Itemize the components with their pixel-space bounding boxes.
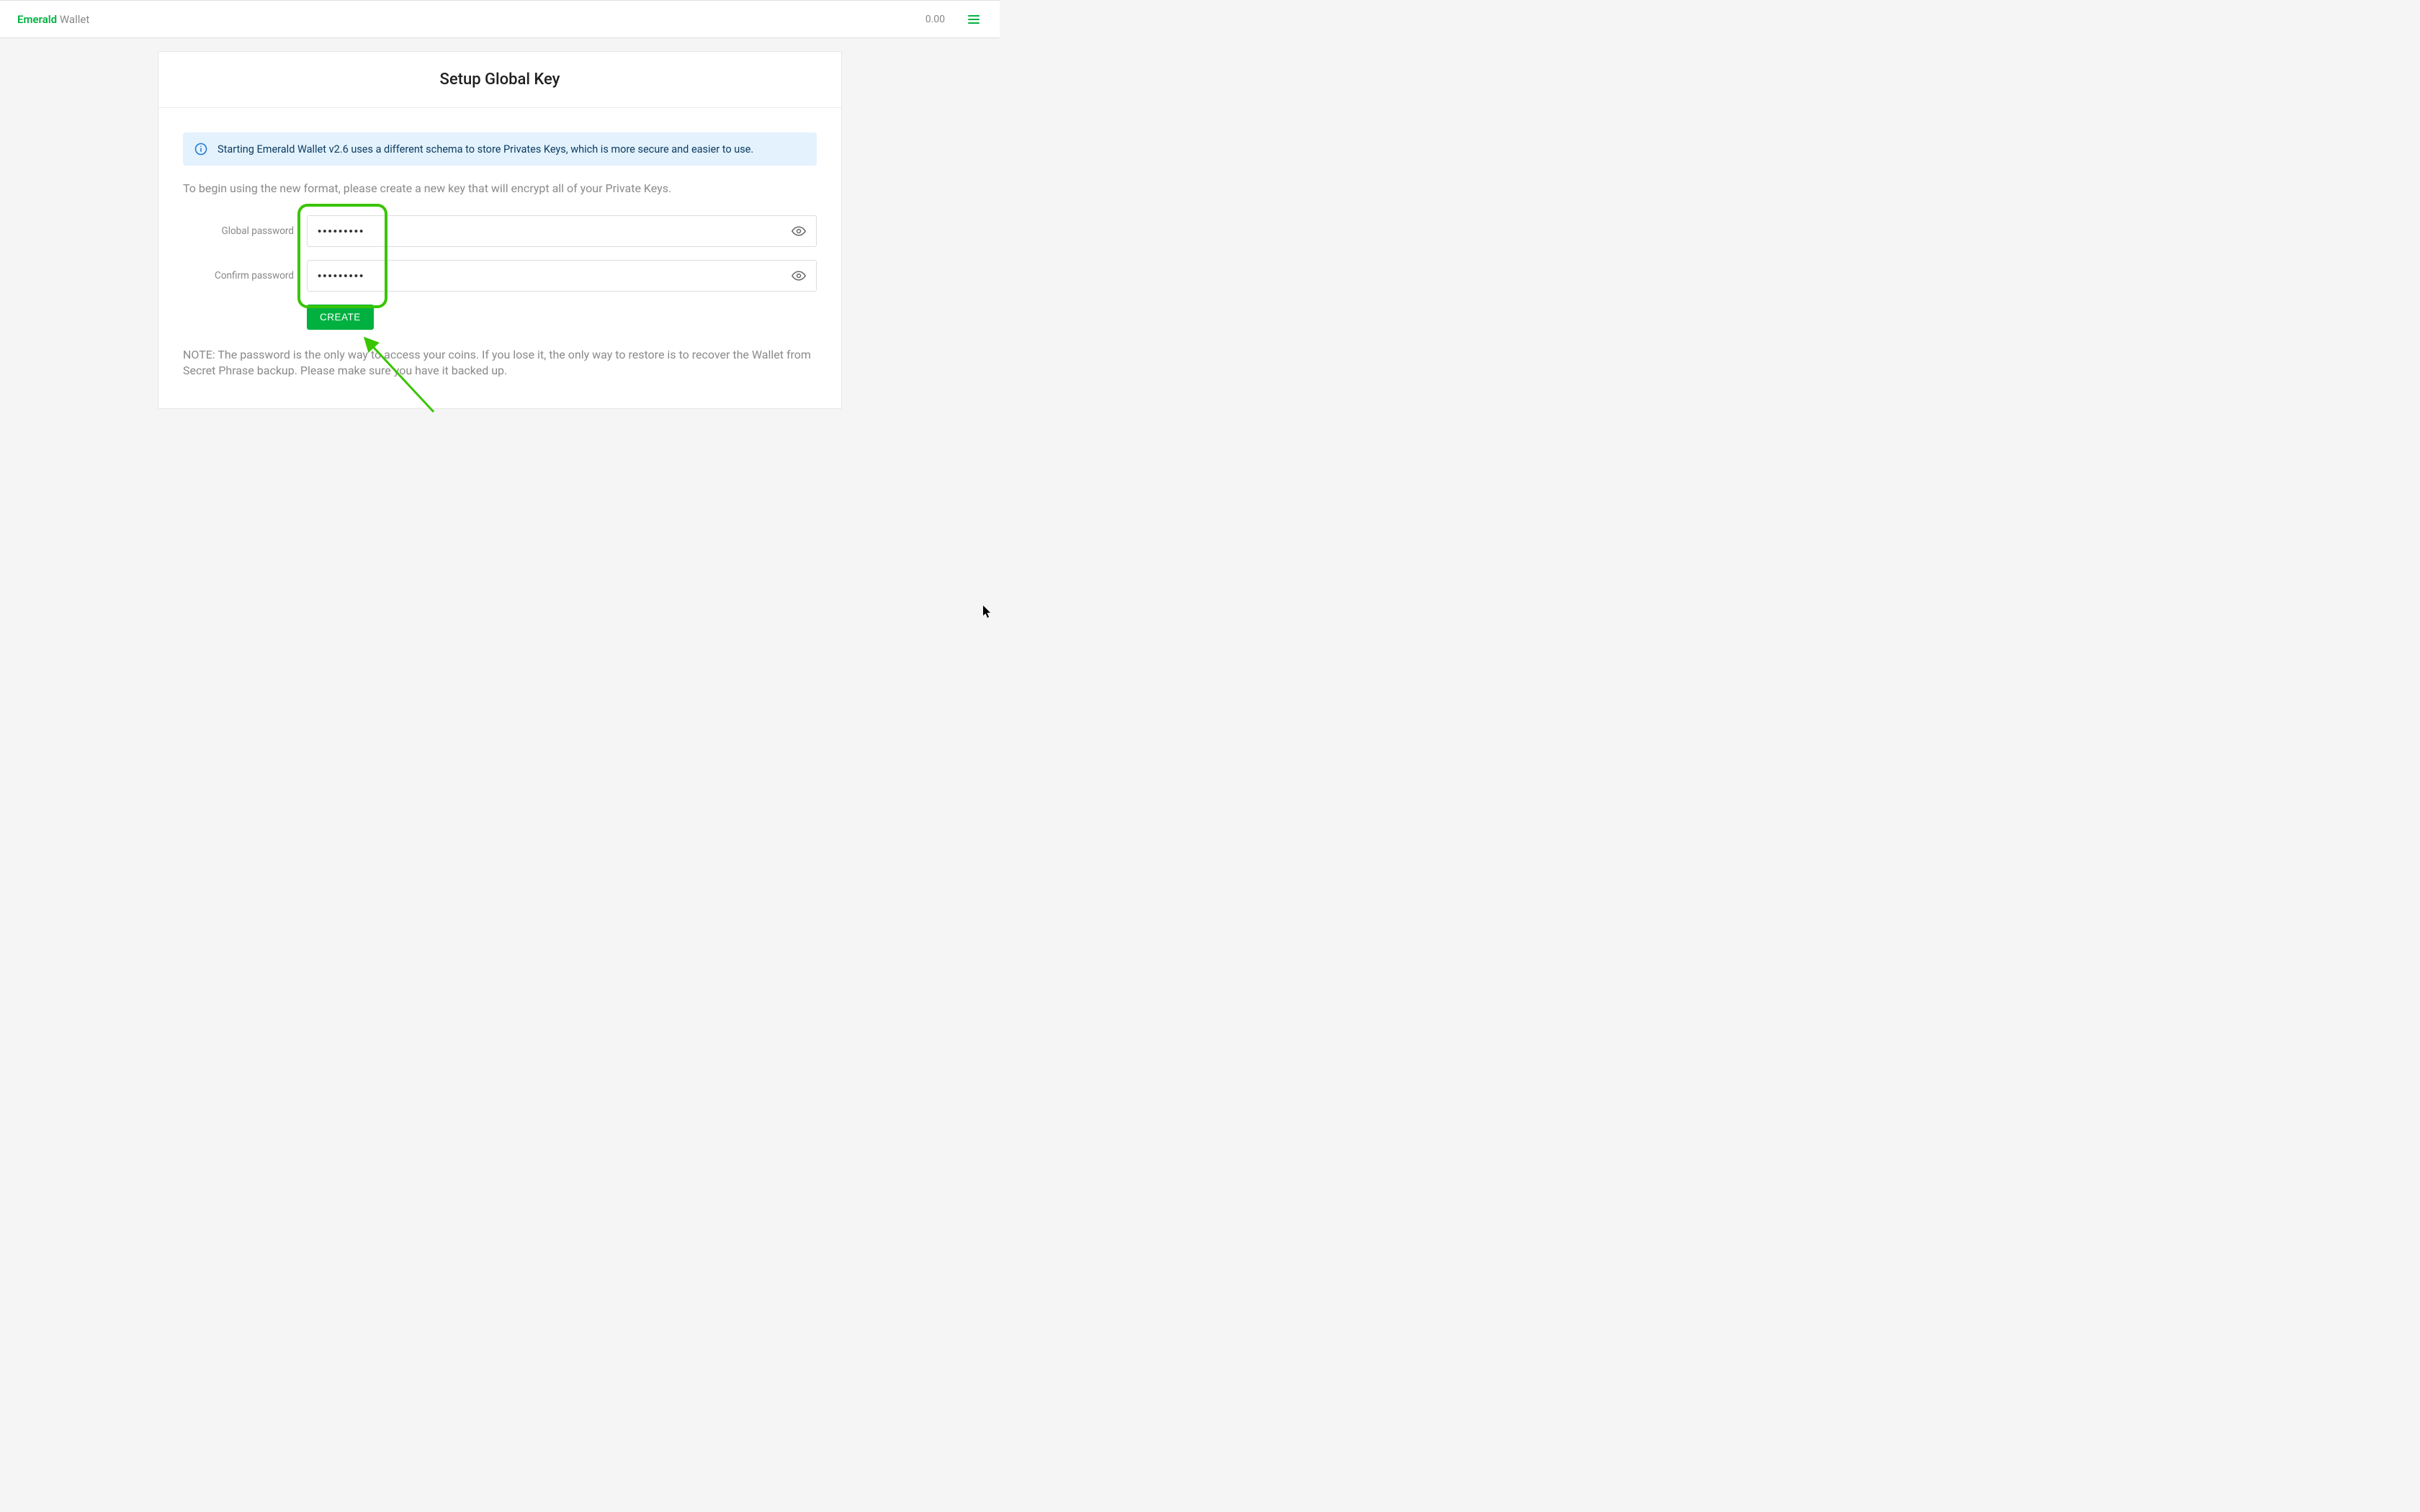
- global-password-input-wrap: [307, 215, 817, 247]
- card-body: Starting Emerald Wallet v2.6 uses a diff…: [158, 108, 841, 408]
- global-password-input[interactable]: [318, 225, 781, 238]
- toggle-visibility-icon[interactable]: [792, 269, 806, 283]
- info-icon: [194, 143, 207, 156]
- app-header: Emerald Wallet 0.00: [0, 0, 1000, 38]
- note-text: NOTE: The password is the only way to ac…: [183, 347, 817, 379]
- confirm-password-row: Confirm password: [183, 260, 817, 292]
- global-password-row: Global password: [183, 215, 817, 247]
- brand-wallet: Wallet: [60, 13, 89, 26]
- brand: Emerald Wallet: [17, 13, 89, 26]
- confirm-password-input[interactable]: [318, 270, 781, 282]
- header-right: 0.00: [926, 12, 982, 27]
- setup-card: Setup Global Key Starting Emerald Wallet…: [158, 51, 842, 409]
- toggle-visibility-icon[interactable]: [792, 224, 806, 238]
- create-button-row: CREATE: [183, 305, 817, 330]
- confirm-password-label: Confirm password: [183, 270, 307, 282]
- brand-emerald: Emerald: [17, 13, 57, 26]
- page-title: Setup Global Key: [158, 52, 841, 108]
- mouse-cursor-icon: [982, 606, 992, 618]
- global-password-label: Global password: [183, 225, 307, 237]
- balance-display: 0.00: [926, 14, 945, 25]
- alert-text: Starting Emerald Wallet v2.6 uses a diff…: [218, 143, 753, 156]
- create-button[interactable]: CREATE: [307, 305, 374, 330]
- intro-text: To begin using the new format, please cr…: [183, 181, 817, 195]
- confirm-password-input-wrap: [307, 260, 817, 292]
- hamburger-menu-icon[interactable]: [965, 12, 982, 27]
- info-alert: Starting Emerald Wallet v2.6 uses a diff…: [183, 132, 817, 166]
